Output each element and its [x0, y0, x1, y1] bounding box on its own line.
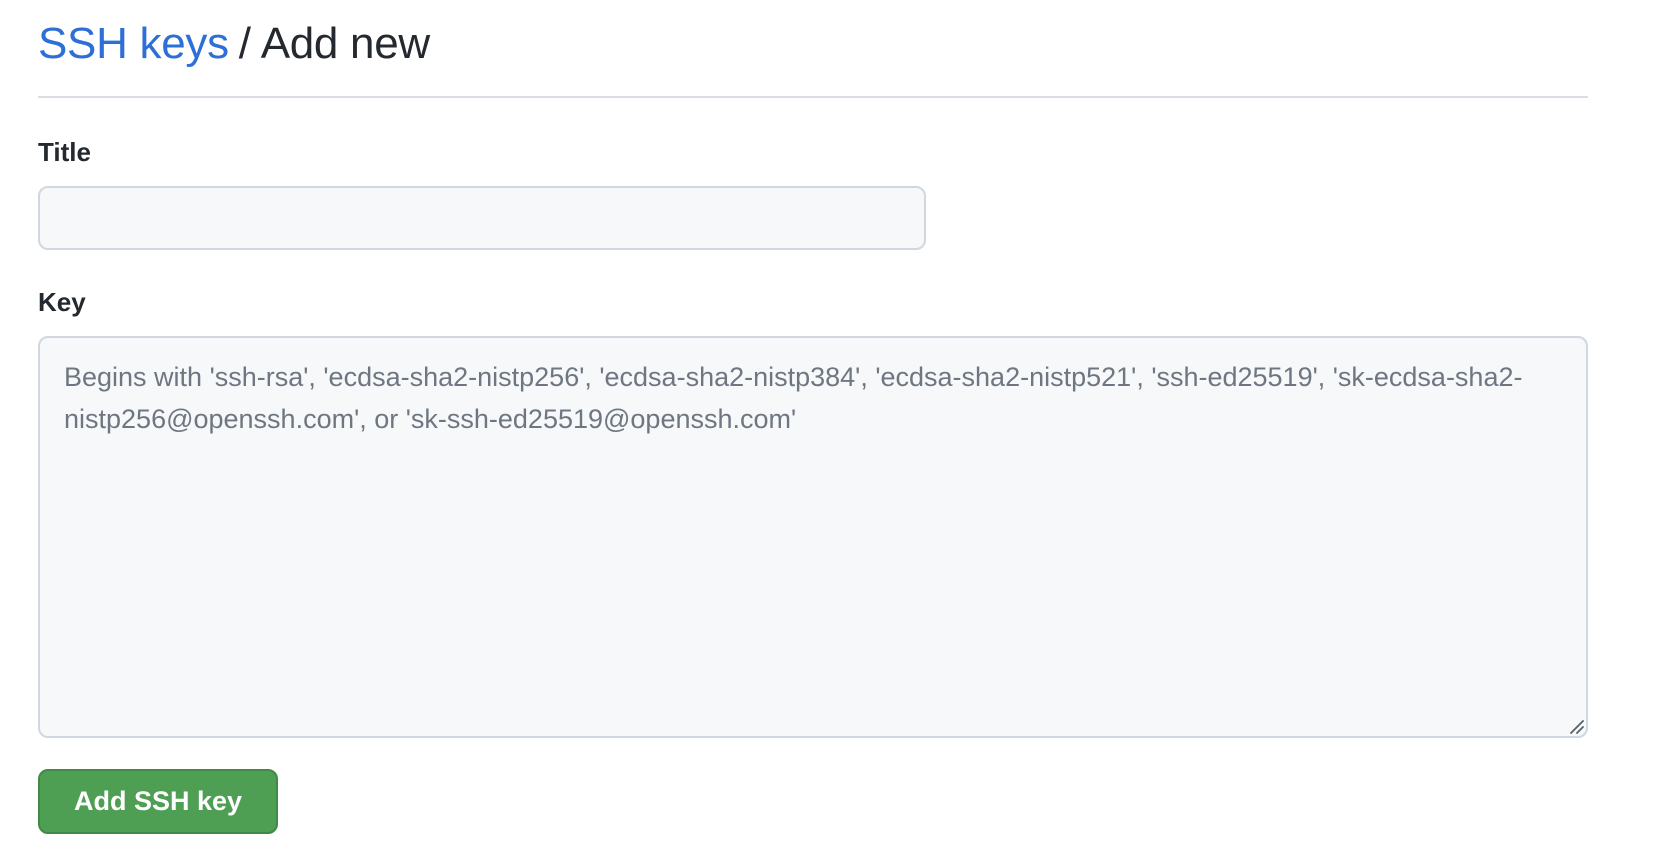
key-field-label: Key	[38, 287, 86, 317]
add-ssh-key-button[interactable]: Add SSH key	[38, 769, 278, 834]
key-textarea[interactable]	[38, 336, 1588, 738]
breadcrumb-separator: /	[238, 19, 251, 68]
page-header: SSH keys / Add new	[38, 14, 1588, 98]
title-input[interactable]	[38, 186, 926, 250]
resize-handle-icon[interactable]	[1568, 718, 1584, 734]
breadcrumb-link-ssh-keys[interactable]: SSH keys	[38, 19, 229, 68]
title-field-label: Title	[38, 137, 91, 167]
breadcrumb: SSH keys / Add new	[38, 14, 1588, 74]
page-title: Add new	[260, 19, 430, 68]
add-ssh-key-page: SSH keys/Add new Title Key Add SSH key	[0, 0, 1654, 854]
